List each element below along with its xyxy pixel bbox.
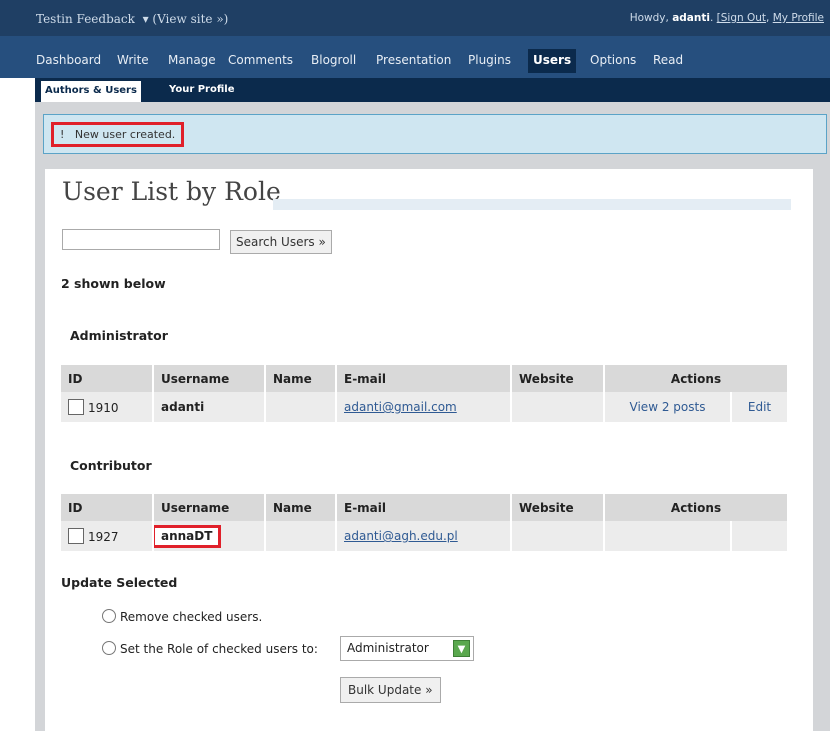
menu-item-read[interactable]: Read (653, 53, 683, 67)
table-header-row: ID Username Name E-mail Website Actions (61, 494, 789, 521)
col-id: ID (61, 365, 154, 392)
menu-item-blogroll[interactable]: Blogroll (311, 53, 356, 67)
main-menu: Dashboard Write Manage Comments Blogroll… (0, 36, 830, 78)
howdy-label: Howdy, (629, 12, 669, 24)
tab-your-profile[interactable]: Your Profile (169, 78, 234, 102)
user-id-cell: 1927 (61, 521, 154, 551)
website-cell (511, 521, 605, 551)
user-checkbox[interactable] (68, 399, 84, 415)
menu-item-users[interactable]: Users (528, 49, 577, 73)
alert-icon: ! (60, 128, 65, 141)
site-title: Testin Feedback ▾ (View site ») (36, 12, 228, 26)
set-role-radio[interactable] (102, 641, 116, 655)
edit-link[interactable]: Edit (748, 400, 771, 414)
name-cell (265, 392, 337, 422)
administrator-table: ID Username Name E-mail Website Actions … (61, 365, 789, 422)
role-heading-administrator: Administrator (70, 328, 168, 343)
edit-cell: Edit (731, 392, 789, 422)
chevron-down-icon[interactable]: ▼ (453, 640, 470, 657)
email-cell: adanti@agh.edu.pl (336, 521, 512, 551)
menu-item-plugins[interactable]: Plugins (468, 53, 511, 67)
col-website: Website (511, 494, 605, 521)
admin-header: Testin Feedback ▾ (View site ») Howdy, a… (0, 0, 830, 36)
email-link[interactable]: adanti@gmail.com (344, 400, 457, 414)
page-title: User List by Role (62, 177, 281, 206)
edit-cell (731, 521, 789, 551)
menu-item-dashboard[interactable]: Dashboard (36, 53, 101, 67)
view-site-link[interactable]: (View site ») (152, 12, 228, 26)
email-link[interactable]: adanti@agh.edu.pl (344, 529, 458, 543)
col-id: ID (61, 494, 154, 521)
view-posts-cell: View 2 posts (604, 392, 732, 422)
bulk-update-button[interactable]: Bulk Update » (340, 677, 441, 703)
sub-menu: Authors & Users Your Profile (35, 78, 830, 102)
notice-banner: ! New user created. (43, 114, 827, 154)
col-actions: Actions (604, 494, 789, 521)
update-selected-heading: Update Selected (61, 575, 178, 590)
set-role-option[interactable]: Set the Role of checked users to: (102, 641, 318, 656)
col-name: Name (265, 365, 337, 392)
my-profile-link[interactable]: My Profile (773, 12, 824, 24)
col-username: Username (153, 494, 266, 521)
table-row: 1910 adanti adanti@gmail.com View 2 post… (61, 392, 789, 422)
menu-item-presentation[interactable]: Presentation (376, 53, 451, 67)
col-email: E-mail (336, 494, 512, 521)
set-role-label: Set the Role of checked users to: (120, 642, 318, 656)
contributor-table: ID Username Name E-mail Website Actions … (61, 494, 789, 551)
menu-item-options[interactable]: Options (590, 53, 636, 67)
view-posts-cell (604, 521, 732, 551)
name-cell (265, 521, 337, 551)
link-separator: , (766, 12, 770, 24)
user-id: 1927 (88, 530, 119, 544)
table-row: 1927 annaDT adanti@agh.edu.pl (61, 521, 789, 551)
role-select-value: Administrator (347, 641, 429, 655)
user-id-cell: 1910 (61, 392, 154, 422)
title-underline (273, 199, 791, 210)
result-count: 2 shown below (61, 276, 166, 291)
menu-item-manage[interactable]: Manage (168, 53, 216, 67)
role-select[interactable]: Administrator ▼ (340, 636, 474, 661)
user-list-section: User List by Role Search Users » 2 shown… (45, 169, 813, 731)
col-name: Name (265, 494, 337, 521)
user-greeting: Howdy, adanti. [Sign Out, My Profile (629, 12, 824, 24)
user-id: 1910 (88, 401, 119, 415)
tab-authors-users[interactable]: Authors & Users (41, 81, 141, 102)
email-cell: adanti@gmail.com (336, 392, 512, 422)
sign-out-link[interactable]: [Sign Out (717, 12, 766, 24)
col-actions: Actions (604, 365, 789, 392)
chevron-down-icon: ▾ (142, 12, 149, 26)
table-header-row: ID Username Name E-mail Website Actions (61, 365, 789, 392)
website-cell (511, 392, 605, 422)
remove-radio[interactable] (102, 609, 116, 623)
role-heading-contributor: Contributor (70, 458, 152, 473)
view-posts-link[interactable]: View 2 posts (630, 400, 706, 414)
notice-text: New user created. (74, 128, 176, 141)
content-panel: ! New user created. User List by Role Se… (35, 102, 830, 731)
search-input[interactable] (62, 229, 220, 250)
col-website: Website (511, 365, 605, 392)
username-cell: adanti (153, 392, 266, 422)
site-title-text: Testin Feedback (36, 12, 135, 26)
user-checkbox[interactable] (68, 528, 84, 544)
notice-message: ! New user created. (51, 122, 185, 147)
new-username-highlight: annaDT (153, 524, 222, 548)
menu-item-write[interactable]: Write (117, 53, 149, 67)
remove-option[interactable]: Remove checked users. (102, 609, 262, 624)
menu-item-comments[interactable]: Comments (228, 53, 293, 67)
col-username: Username (153, 365, 266, 392)
col-email: E-mail (336, 365, 512, 392)
remove-option-label: Remove checked users. (120, 610, 263, 624)
username-cell: annaDT (153, 521, 266, 551)
current-username: adanti (672, 12, 710, 24)
search-users-button[interactable]: Search Users » (230, 230, 332, 254)
